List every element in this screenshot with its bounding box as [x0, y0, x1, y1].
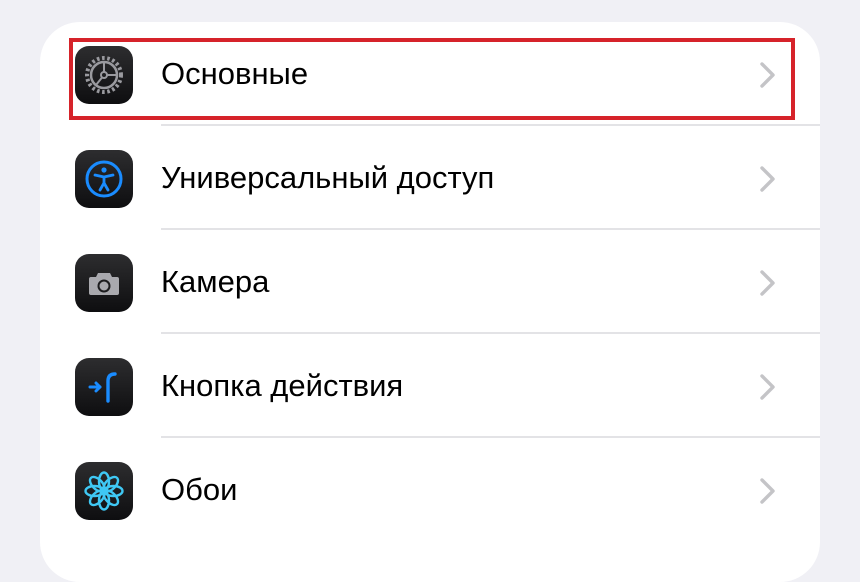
chevron-right-icon	[760, 62, 775, 88]
accessibility-icon	[75, 150, 133, 208]
gear-icon	[75, 46, 133, 104]
settings-row-camera[interactable]: Камера	[40, 230, 820, 334]
settings-row-label: Обои	[161, 472, 238, 507]
settings-row-general[interactable]: Основные	[40, 22, 820, 126]
settings-row-accessibility[interactable]: Универсальный доступ	[40, 126, 820, 230]
settings-row-action-button[interactable]: Кнопка действия	[40, 334, 820, 438]
settings-row-label: Универсальный доступ	[161, 160, 495, 195]
settings-row-label: Основные	[161, 56, 309, 91]
flower-wallpaper-icon	[75, 462, 133, 520]
settings-card: Основные Универсальный доступ Камера Кно…	[40, 22, 820, 582]
action-button-icon	[75, 358, 133, 416]
settings-row-label: Кнопка действия	[161, 368, 404, 403]
camera-icon	[75, 254, 133, 312]
settings-row-wallpaper[interactable]: Обои	[40, 438, 820, 542]
chevron-right-icon	[760, 374, 775, 400]
chevron-right-icon	[760, 478, 775, 504]
chevron-right-icon	[760, 166, 775, 192]
settings-row-label: Камера	[161, 264, 270, 299]
chevron-right-icon	[760, 270, 775, 296]
